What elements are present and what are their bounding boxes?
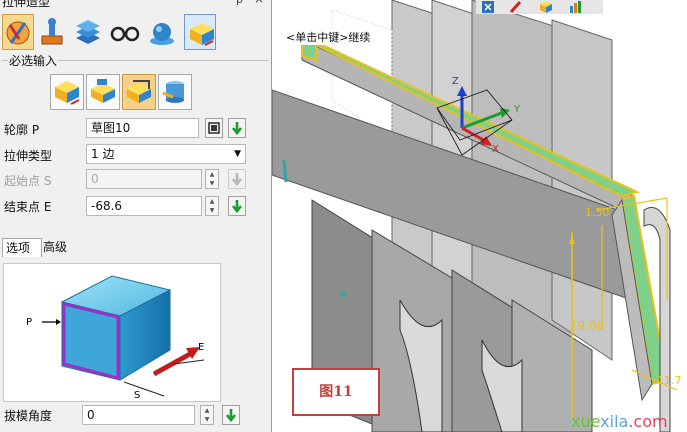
draft-angle-field[interactable]: 0 <box>82 405 195 425</box>
pick-entity-button[interactable] <box>205 118 223 138</box>
panel-title: 拉伸造型 <box>2 0 51 9</box>
x-tool-icon[interactable] <box>480 0 496 14</box>
close-icon[interactable]: × <box>254 0 264 6</box>
extrude-intersect-icon[interactable] <box>122 74 156 110</box>
pin-icon[interactable]: ᵽ <box>236 0 243 6</box>
figure-label: 图11 <box>292 368 380 416</box>
extrude-property-panel: 拉伸造型 ᵽ × <box>0 0 272 432</box>
extrude-type-value: 1 边 <box>91 147 115 161</box>
viewport-toolbar <box>476 0 603 14</box>
axis-label-y: Y <box>513 104 521 115</box>
dimension-label-2[interactable]: 19.00 <box>570 319 604 333</box>
stamp-icon[interactable] <box>36 14 68 50</box>
start-point-field[interactable]: 0 <box>86 169 202 189</box>
dimension-label-3[interactable]: 11.7 <box>657 374 682 387</box>
extrude-type-select[interactable]: 1 边 ▼ <box>86 144 246 164</box>
draft-angle-down-arrow-icon[interactable] <box>222 405 240 425</box>
watermark: xuexila.com <box>571 412 668 431</box>
extrude-type-label: 拉伸类型 <box>4 149 53 163</box>
preview-label-e: E <box>198 342 204 353</box>
dimension-label-1[interactable]: 1.50 <box>585 206 610 219</box>
preview-label-s: S <box>134 390 140 401</box>
profile-down-arrow-icon[interactable] <box>228 118 246 138</box>
layers-icon[interactable] <box>72 14 104 50</box>
start-point-label: 起始点 S <box>4 174 52 188</box>
extrude-solid-icon[interactable] <box>158 74 192 110</box>
middle-click-hint: <单击中键>继续 <box>285 29 372 45</box>
end-point-spinner[interactable]: ▲ ▼ <box>205 196 219 216</box>
draft-angle-spinner[interactable]: ▲ ▼ <box>200 405 214 425</box>
watermark-part-b: xila <box>600 412 629 431</box>
drafting-icon[interactable] <box>2 14 34 50</box>
draft-angle-label: 拔模角度 <box>4 409 53 423</box>
axis-label-x: X <box>492 144 499 155</box>
start-point-spinner[interactable]: ▲ ▼ <box>205 169 219 189</box>
profile-field[interactable]: 草图10 <box>86 118 199 138</box>
sphere-icon[interactable] <box>146 14 178 50</box>
extrude-icon[interactable] <box>184 14 216 50</box>
end-point-field[interactable]: -68.6 <box>86 196 202 216</box>
preview-label-p: P <box>26 317 32 328</box>
watermark-part-c: .com <box>628 412 668 431</box>
extrude-add-icon[interactable] <box>50 74 84 110</box>
pen-icon[interactable] <box>508 0 524 14</box>
tab-options[interactable]: 选项 <box>2 238 42 257</box>
end-point-down-arrow-icon[interactable] <box>228 196 246 216</box>
chart-icon[interactable] <box>568 0 584 14</box>
profile-label: 轮廓 P <box>4 123 40 137</box>
watermark-part-a: xue <box>571 412 601 431</box>
extrude-cut-icon[interactable] <box>86 74 120 110</box>
start-point-down-arrow-icon[interactable] <box>228 169 246 189</box>
axis-label-z: Z <box>452 76 459 87</box>
tab-advanced[interactable]: 高级 <box>40 238 76 256</box>
chevron-down-icon: ▼ <box>234 149 241 159</box>
extrude-preview: P E S <box>3 263 221 402</box>
panel-titlebar: 拉伸造型 ᵽ × <box>0 0 271 9</box>
cube-icon[interactable] <box>538 0 554 14</box>
required-group-title: 必选输入 <box>8 52 59 69</box>
glasses-icon[interactable] <box>108 14 140 50</box>
end-point-label: 结束点 E <box>4 200 52 214</box>
